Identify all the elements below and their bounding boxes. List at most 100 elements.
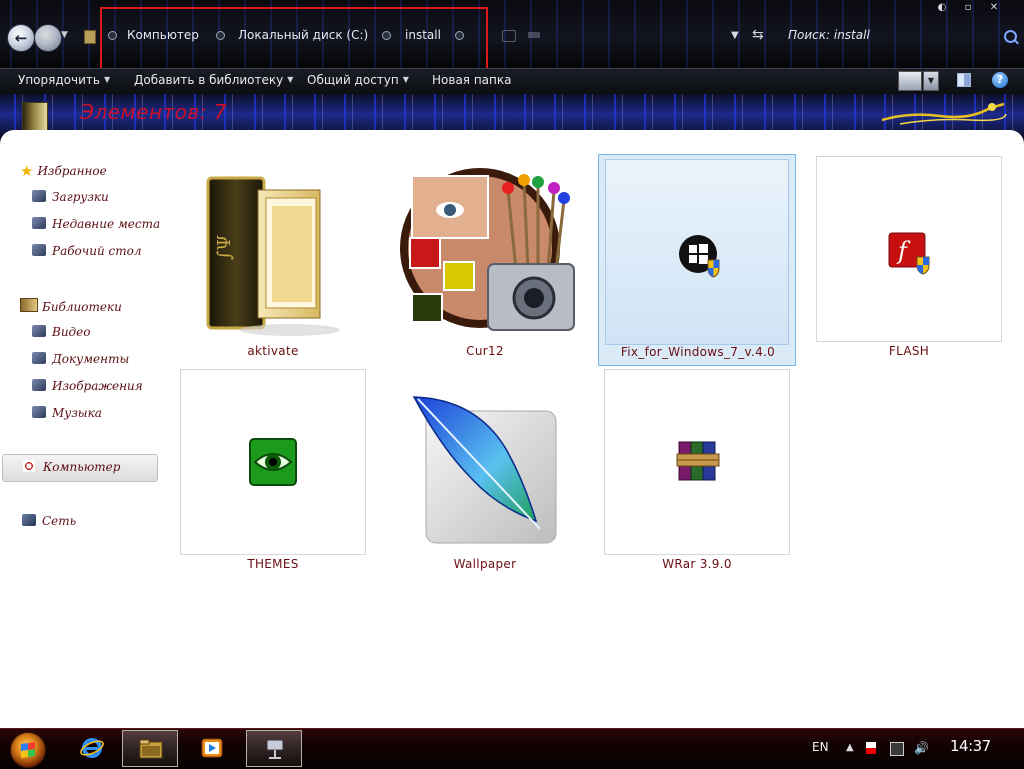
sidebar-item-label: Сеть [42, 514, 77, 528]
file-name: FLASH [888, 344, 930, 358]
sidebar-item-computer[interactable]: Компьютер [2, 454, 158, 482]
winrar-books-icon [676, 441, 720, 481]
forward-button[interactable] [34, 24, 62, 52]
feather-icon [412, 396, 557, 544]
file-item-flash[interactable]: f FLASH [816, 156, 1002, 360]
preview-pane-icon[interactable] [957, 73, 971, 87]
music-icon [32, 406, 46, 418]
sidebar-item-documents[interactable]: Документы [32, 352, 129, 366]
show-hidden-icons-icon[interactable]: ▲ [846, 742, 858, 754]
svg-text:∫Ψ: ∫Ψ [214, 235, 235, 260]
file-thumbnail [180, 369, 366, 555]
new-folder-button[interactable]: Новая папка [432, 73, 511, 87]
taskbar-internet-explorer[interactable] [64, 730, 120, 767]
add-to-library-label: Добавить в библиотеку [134, 73, 284, 87]
file-name: aktivate [247, 344, 299, 358]
folder-icon [139, 739, 163, 759]
file-item-aktivate[interactable]: ∫Ψ aktivate [180, 156, 366, 360]
browser-ball-icon[interactable]: ◐ [936, 2, 948, 14]
command-toolbar: Упорядочить ▼ Добавить в библиотеку ▼ Общи… [0, 68, 1024, 95]
documents-icon [32, 352, 46, 364]
video-icon [32, 325, 46, 337]
file-thumbnail: ∫Ψ [180, 156, 366, 342]
sidebar-item-downloads[interactable]: Загрузки [32, 190, 109, 204]
sidebar-item-network[interactable]: Сеть [22, 514, 76, 528]
organize-label: Упорядочить [18, 73, 100, 87]
file-item-wrar[interactable]: WRar 3.9.0 [604, 369, 790, 573]
file-name: Cur12 [466, 344, 504, 358]
arrow-left-icon: ← [14, 29, 28, 47]
file-thumbnail: f [816, 156, 1002, 342]
sidebar-favorites[interactable]: ★ Избранное [20, 162, 107, 180]
decorative-logo-icon [881, 102, 1007, 125]
sidebar-item-label: Компьютер [43, 460, 121, 474]
sidebar-item-label: Видео [52, 325, 91, 339]
windows-shield-icon [679, 235, 720, 278]
computer-icon [23, 460, 35, 472]
action-center-flag-icon[interactable] [866, 742, 876, 754]
search-input[interactable]: Поиск: install [788, 28, 870, 42]
close-window-icon[interactable]: ✕ [988, 2, 1000, 14]
address-history-dropdown[interactable]: ▼ [731, 30, 739, 41]
organize-menu[interactable]: Упорядочить ▼ [18, 73, 110, 87]
taskbar-explorer[interactable] [122, 730, 178, 767]
taskbar: EN ▲ 🔊 14:37 [0, 728, 1024, 769]
star-icon: ★ [20, 162, 34, 180]
sidebar-item-label: Загрузки [52, 190, 109, 204]
sidebar-item-desktop[interactable]: Рабочий стол [32, 244, 141, 258]
chevron-down-icon: ▼ [287, 75, 294, 84]
sidebar-libraries-label: Библиотеки [42, 300, 122, 314]
refresh-icon[interactable]: ⇆ [752, 27, 764, 43]
chevron-down-icon: ▼ [103, 75, 111, 84]
volume-icon[interactable]: 🔊 [914, 742, 929, 754]
sidebar-item-images[interactable]: Изображения [32, 379, 143, 393]
recent-pages-dropdown[interactable]: ▼ [61, 30, 68, 40]
network-status-icon[interactable] [890, 742, 904, 756]
file-thumbnail [392, 369, 578, 555]
restore-window-icon[interactable]: ▫ [962, 2, 974, 14]
file-name: Fix_for_Windows_7_v.4.0 [620, 345, 776, 359]
address-bar-area: ◐ ▫ ✕ ← ▼ Компьютер Локальный диск (C:) … [0, 0, 1024, 73]
file-thumbnail [604, 369, 790, 555]
sidebar-item-music[interactable]: Музыка [32, 406, 102, 420]
chevron-down-icon: ▼ [402, 75, 409, 84]
language-indicator[interactable]: EN [812, 740, 829, 754]
taskbar-media-player[interactable] [184, 730, 240, 767]
file-item-fix-for-windows[interactable]: Fix_for_Windows_7_v.4.0 [598, 154, 796, 366]
sidebar-item-recent-places[interactable]: Недавние места [32, 217, 160, 231]
sidebar-item-label: Рабочий стол [52, 244, 142, 258]
change-view-button[interactable] [898, 71, 922, 91]
paint-camera-icon [400, 168, 575, 331]
address-aux-icon [528, 32, 540, 38]
clock[interactable]: 14:37 [950, 737, 991, 755]
file-name: THEMES [247, 557, 299, 571]
network-icon [22, 514, 36, 526]
search-icon[interactable] [1004, 30, 1017, 43]
address-highlight-box [100, 7, 488, 73]
images-icon [32, 379, 46, 391]
back-button[interactable]: ← [7, 24, 35, 52]
file-thumbnail [392, 156, 578, 342]
sidebar-item-label: Документы [52, 352, 130, 366]
desktop-icon [32, 244, 46, 256]
file-name: Wallpaper [453, 557, 517, 571]
start-button[interactable] [10, 732, 46, 768]
address-aux-icon [502, 30, 516, 42]
file-item-wallpaper[interactable]: Wallpaper [392, 369, 578, 573]
file-item-cur12[interactable]: Cur12 [392, 156, 578, 360]
sidebar-computer-entry: Компьютер [23, 460, 120, 474]
sidebar-libraries[interactable]: Библиотеки [20, 298, 122, 314]
sidebar-favorites-label: Избранное [37, 164, 107, 178]
help-icon[interactable]: ? [992, 72, 1008, 88]
chevron-down-icon: ▼ [731, 30, 739, 41]
sidebar-item-video[interactable]: Видео [32, 325, 90, 339]
internet-explorer-icon [80, 738, 104, 758]
view-options-dropdown[interactable]: ▼ [923, 71, 939, 91]
chevron-down-icon: ▼ [927, 76, 935, 85]
taskbar-network-app[interactable] [246, 730, 302, 767]
file-item-themes[interactable]: THEMES [180, 369, 366, 573]
recent-places-icon [32, 217, 46, 229]
add-to-library-menu[interactable]: Добавить в библиотеку ▼ [134, 73, 293, 87]
share-menu[interactable]: Общий доступ ▼ [307, 73, 409, 87]
file-name: WRar 3.9.0 [662, 557, 732, 571]
